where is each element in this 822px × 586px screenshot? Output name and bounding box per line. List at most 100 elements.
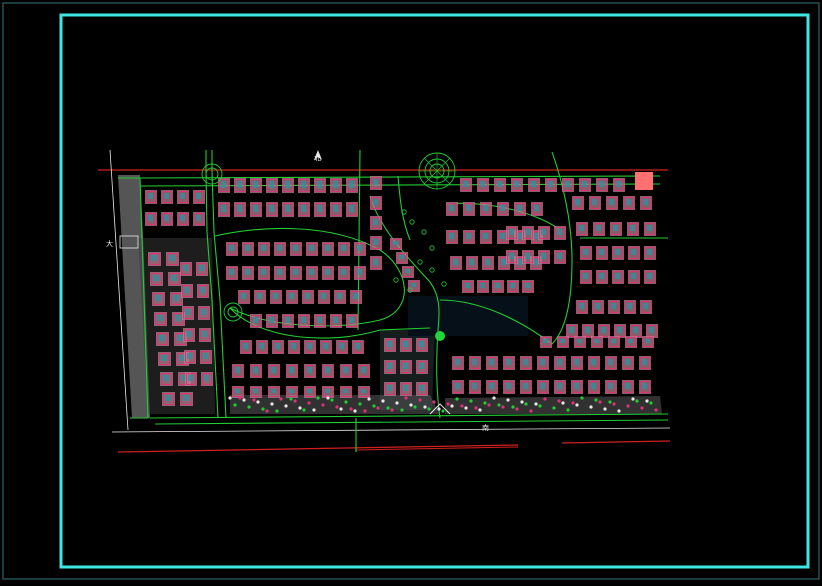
house-block <box>370 176 382 190</box>
house-block <box>466 256 478 270</box>
house-roof <box>506 383 511 389</box>
house-block <box>610 222 622 236</box>
house-roof <box>543 339 548 343</box>
house-roof <box>180 193 185 199</box>
house-roof <box>592 199 597 205</box>
house-block <box>630 324 642 338</box>
house-roof <box>196 193 201 199</box>
house-block <box>596 270 608 284</box>
house-roof <box>579 225 584 231</box>
tree-icon <box>450 404 454 408</box>
cad-drawing-viewport[interactable]: 大 北 南 <box>0 0 822 582</box>
house-block <box>400 382 412 396</box>
house-block <box>183 328 195 342</box>
house-roof <box>609 199 614 205</box>
tree-icon <box>464 406 468 410</box>
house-roof <box>645 339 650 343</box>
tree-icon <box>617 409 621 413</box>
tree-icon <box>335 405 339 409</box>
house-roof <box>480 283 485 288</box>
house-roof <box>339 343 344 349</box>
house-block <box>145 212 157 226</box>
tree-icon <box>233 403 237 407</box>
house-block <box>384 360 396 374</box>
house-block <box>290 266 302 280</box>
house-roof <box>317 317 322 323</box>
house-block <box>181 284 193 298</box>
house-block <box>274 242 286 256</box>
house-block <box>370 236 382 250</box>
house-block <box>152 292 165 306</box>
house-block <box>242 266 254 280</box>
house-block <box>314 178 326 193</box>
house-block <box>306 242 318 256</box>
tree-icon <box>566 408 570 412</box>
tree-icon <box>511 405 515 409</box>
house-roof <box>557 253 562 259</box>
tree-icon <box>247 405 251 409</box>
house-roof <box>387 385 392 391</box>
tree-icon <box>580 396 584 400</box>
house-roof <box>253 389 258 393</box>
house-block <box>644 270 656 284</box>
house-roof <box>349 317 354 323</box>
house-block <box>446 230 458 244</box>
house-roof <box>525 253 530 259</box>
house-block <box>522 280 534 293</box>
house-roof <box>403 363 408 369</box>
tree-icon <box>534 402 538 406</box>
house-roof <box>349 181 354 188</box>
house-block <box>624 300 636 314</box>
house-block <box>520 380 532 394</box>
house-block <box>462 280 474 293</box>
house-roof <box>157 315 163 321</box>
house-block <box>644 222 656 236</box>
house-roof <box>541 229 546 235</box>
house-roof <box>243 343 248 349</box>
house-block <box>270 290 282 304</box>
house-roof <box>403 341 408 347</box>
house-roof <box>613 225 618 231</box>
house-block <box>452 356 464 370</box>
house-roof <box>514 181 519 187</box>
tree-icon <box>409 403 413 407</box>
house-roof <box>341 269 346 275</box>
tree-icon <box>446 402 450 406</box>
house-block <box>644 246 656 260</box>
house-roof <box>196 215 201 221</box>
house-roof <box>307 343 312 349</box>
tree-icon <box>284 404 288 408</box>
house-block <box>286 386 298 398</box>
house-block <box>554 356 566 370</box>
house-roof <box>472 359 477 365</box>
house-block <box>574 336 586 348</box>
house-roof <box>579 303 584 309</box>
house-block <box>402 266 414 278</box>
house-block <box>286 290 298 304</box>
house-block <box>358 386 370 398</box>
tree-icon <box>326 396 330 400</box>
house-block <box>538 250 550 264</box>
house-roof <box>449 205 454 211</box>
house-roof <box>353 293 358 299</box>
house-block <box>266 202 278 217</box>
house-roof <box>626 199 631 205</box>
tree-icon <box>598 400 602 404</box>
site-plan-canvas[interactable]: 大 北 南 <box>0 0 822 582</box>
house-roof <box>229 245 234 251</box>
house-roof <box>643 303 648 309</box>
tree-icon <box>321 403 325 407</box>
house-block <box>193 212 205 226</box>
house-block <box>480 230 492 244</box>
house-roof <box>500 233 505 239</box>
house-block <box>340 386 352 398</box>
house-block <box>288 340 300 354</box>
house-block <box>460 178 472 192</box>
tree-icon <box>571 401 575 405</box>
house-roof <box>235 389 240 393</box>
house-roof <box>500 205 505 211</box>
house-block <box>545 178 557 192</box>
house-roof <box>164 193 169 199</box>
house-block <box>480 202 492 216</box>
house-block <box>304 364 316 378</box>
